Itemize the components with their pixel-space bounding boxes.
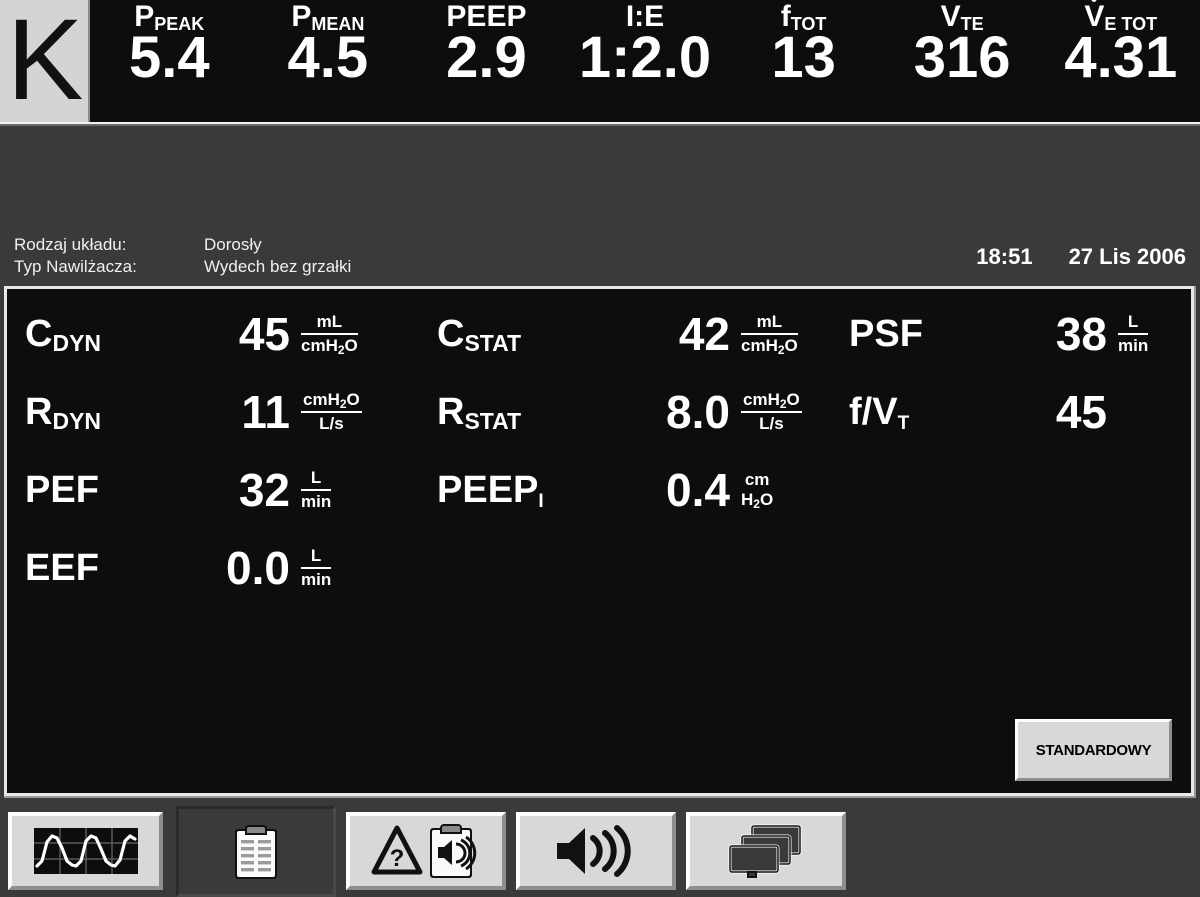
metric-value: 32 — [238, 464, 290, 516]
metric-row: C STAT 42 mL cmH2O — [425, 295, 837, 373]
patient-circuit-info: Rodzaj układu: Dorosły Typ Nawilżacza: W… — [14, 234, 351, 278]
metric-value: 45 — [238, 308, 290, 360]
metric-unit: mL cmH2O — [741, 312, 798, 357]
header-metric-p-mean: P MEAN 4.5 — [249, 0, 408, 122]
metric-row: R STAT 8.0 cmH2O L/s — [425, 373, 837, 451]
metric-column-1: C DYN 45 mL cmH2O R DYN 11 cmH2O L/s PEF 32 Lmin EEF 0… — [7, 295, 425, 607]
header-metric-value: 4.5 — [287, 25, 369, 90]
clipboard-icon — [232, 823, 280, 881]
humidifier-type-value: Wydech bez grzałki — [204, 257, 352, 276]
circuit-type-value: Dorosły — [204, 235, 262, 254]
metric-row: R DYN 11 cmH2O L/s — [7, 373, 425, 451]
brand-letter: K — [6, 0, 84, 125]
header-metric-p-peak: P PEAK 5.4 — [90, 0, 249, 122]
header-metric-f-tot: f TOT 13 — [724, 0, 883, 122]
metric-value: 42 — [678, 308, 730, 360]
metric-row: PEF 32 Lmin — [7, 451, 425, 529]
header-metrics-bar: K P PEAK 5.4 P MEAN 4.5 PEEP 2.9 I:E 1:2.0 f TOT 13 V… — [0, 0, 1200, 122]
info-panel: Rodzaj układu: Dorosły Typ Nawilżacza: W… — [0, 126, 1200, 282]
header-metric-value: 4.31 — [1064, 25, 1178, 90]
metric-column-3: PSF 38 Lmin f/V T 45 — [837, 295, 1193, 607]
metric-row: EEF 0.0 Lmin — [7, 529, 425, 607]
standard-view-button[interactable]: STANDARDOWY — [1015, 719, 1172, 781]
header-metric-value: 5.4 — [128, 25, 210, 90]
bottom-toolbar: ? — [0, 802, 1200, 897]
metric-value: 0.0 — [226, 542, 290, 594]
circuit-type-label: Rodzaj układu: — [14, 235, 127, 254]
metric-unit: cmH2O L/s — [301, 390, 362, 433]
brand-logo-panel: K — [0, 0, 90, 122]
metric-label: PEEP I — [437, 469, 544, 512]
metric-label: EEF — [25, 547, 99, 589]
header-metric-label: VE TOT — [1084, 0, 1158, 34]
svg-text:?: ? — [390, 845, 405, 872]
tab-clipboard-data[interactable] — [176, 806, 336, 897]
metric-unit: cmH2O L/s — [741, 390, 802, 433]
metric-unit: Lmin — [1118, 312, 1149, 355]
alarm-clipboard-icon: ? — [370, 822, 482, 880]
metric-row: f/V T 45 — [837, 373, 1193, 451]
header-metric-list: P PEAK 5.4 P MEAN 4.5 PEEP 2.9 I:E 1:2.0 f TOT 13 V TE… — [90, 0, 1200, 122]
clock-time: 18:51 — [976, 244, 1033, 269]
metric-row: C DYN 45 mL cmH2O — [7, 295, 425, 373]
metric-unit: Lmin — [301, 468, 332, 511]
header-metric-peep: PEEP 2.9 — [407, 0, 566, 122]
metric-unit: Lmin — [301, 546, 332, 589]
clock-date: 27 Lis 2006 — [1068, 244, 1186, 269]
metric-label: PSF — [849, 313, 923, 355]
header-metric-vte: V TE 316 — [883, 0, 1042, 122]
metric-row: PSF 38 Lmin — [837, 295, 1193, 373]
header-metric-value: 316 — [913, 25, 1011, 90]
clock-area: 18:51 27 Lis 2006 — [976, 244, 1186, 270]
tab-waveforms[interactable] — [8, 812, 163, 890]
stacked-screens-icon — [726, 824, 806, 878]
metric-label: PEF — [25, 469, 99, 511]
metric-label: R DYN — [25, 391, 102, 434]
metric-row: PEEP I 0.4 cm H2O — [425, 451, 837, 529]
header-metric-value: 1:2.0 — [578, 25, 712, 90]
metric-value: 38 — [1055, 308, 1107, 360]
metric-column-2: C STAT 42 mL cmH2O R STAT 8.0 cmH2O L/s PEEP I 0.4 cm… — [425, 295, 837, 607]
metric-unit: cm H2O — [741, 470, 774, 511]
metric-label: C DYN — [25, 313, 102, 356]
metric-value: 11 — [241, 386, 290, 438]
tab-alarm-log[interactable]: ? — [346, 812, 506, 890]
metric-value: 0.4 — [666, 464, 730, 516]
metric-label: f/V T — [849, 391, 910, 434]
metric-label: C STAT — [437, 313, 522, 356]
metric-label: R STAT — [437, 391, 522, 434]
main-panel-frame: C DYN 45 mL cmH2O R DYN 11 cmH2O L/s PEF 32 Lmin EEF 0… — [4, 286, 1196, 798]
tab-audio-pause[interactable] — [516, 812, 676, 890]
mechanics-metric-grid: C DYN 45 mL cmH2O R DYN 11 cmH2O L/s PEF 32 Lmin EEF 0… — [7, 295, 1191, 607]
ventilator-screen: K P PEAK 5.4 P MEAN 4.5 PEEP 2.9 I:E 1:2.0 f TOT 13 V… — [0, 0, 1200, 897]
header-metric-value: 13 — [771, 25, 836, 90]
metric-value: 8.0 — [666, 386, 730, 438]
metric-value: 45 — [1055, 386, 1107, 438]
header-metric-ie-ratio: I:E 1:2.0 — [566, 0, 725, 122]
waveform-icon — [33, 828, 138, 874]
mechanics-data-panel: C DYN 45 mL cmH2O R DYN 11 cmH2O L/s PEF 32 Lmin EEF 0… — [7, 289, 1191, 793]
header-metric-value: 2.9 — [446, 25, 527, 90]
metric-unit: mL cmH2O — [301, 312, 358, 357]
info-row: Rodzaj układu: Dorosły — [14, 234, 351, 256]
tab-screens[interactable] — [686, 812, 846, 890]
info-row: Typ Nawilżacza: Wydech bez grzałki — [14, 256, 351, 278]
header-metric-ve-tot: VE TOT 4.31 — [1041, 0, 1200, 122]
humidifier-type-label: Typ Nawilżacza: — [14, 257, 137, 276]
speaker-icon — [553, 823, 639, 879]
